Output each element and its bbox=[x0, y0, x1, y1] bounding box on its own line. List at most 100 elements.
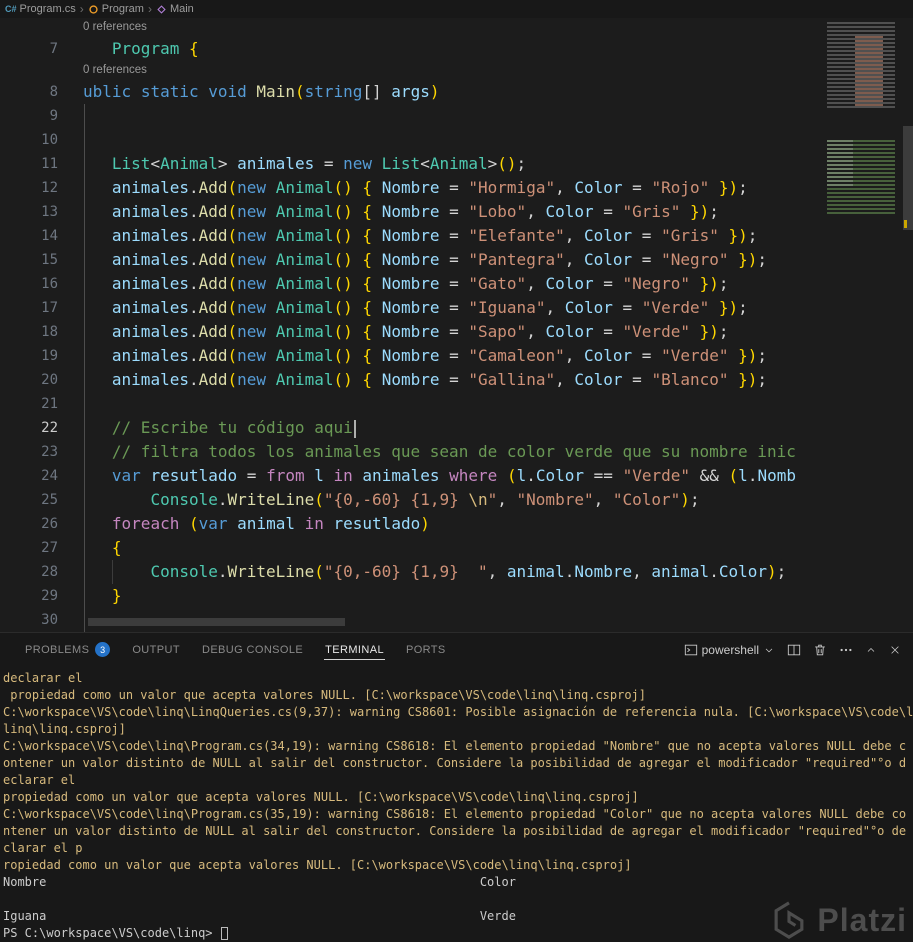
breadcrumb-method-label: Main bbox=[169, 3, 194, 15]
vscode-window: C# Program.cs › Program › Main 0 referen… bbox=[0, 0, 913, 942]
code-line-content: var resutlado = from l in animales where… bbox=[111, 466, 796, 485]
code-line[interactable]: 29 } bbox=[0, 584, 913, 608]
terminal-line: ropiedad como un valor que acepta valore… bbox=[3, 858, 632, 872]
terminal-line: propiedad como un valor que acepta valor… bbox=[3, 790, 639, 804]
code-line[interactable]: 20 animales.Add(new Animal() { Nombre = … bbox=[0, 368, 913, 392]
line-number: 29 bbox=[41, 588, 58, 604]
tab-output[interactable]: OUTPUT bbox=[121, 633, 191, 666]
code-line[interactable]: 27 { bbox=[0, 536, 913, 560]
code-line[interactable]: 15 animales.Add(new Animal() { Nombre = … bbox=[0, 248, 913, 272]
chevron-right-icon: › bbox=[147, 2, 152, 16]
code-line[interactable]: 21 bbox=[0, 392, 913, 416]
code-line-content: animales.Add(new Animal() { Nombre = "Ga… bbox=[111, 370, 768, 389]
code-line[interactable]: 18 animales.Add(new Animal() { Nombre = … bbox=[0, 320, 913, 344]
close-panel-button[interactable] bbox=[889, 644, 901, 656]
code-line[interactable]: 23 // filtra todos los animales que sean… bbox=[0, 440, 913, 464]
code-line[interactable]: 22 // Escribe tu código aqui bbox=[0, 416, 913, 440]
text-cursor bbox=[353, 419, 356, 438]
code-line[interactable]: 19 animales.Add(new Animal() { Nombre = … bbox=[0, 344, 913, 368]
code-line[interactable]: 16 animales.Add(new Animal() { Nombre = … bbox=[0, 272, 913, 296]
terminal-line: C:\workspace\VS\code\linq\LinqQueries.cs… bbox=[3, 705, 913, 719]
code-line[interactable]: 7 Program { bbox=[0, 37, 913, 61]
code-line[interactable]: 10 bbox=[0, 128, 913, 152]
tab-label: DEBUG CONSOLE bbox=[201, 643, 304, 656]
code-line-content bbox=[76, 104, 83, 128]
code-line-content: animales.Add(new Animal() { Nombre = "Pa… bbox=[111, 250, 768, 269]
code-line-content: { bbox=[111, 538, 122, 557]
tab-label: TERMINAL bbox=[325, 643, 384, 656]
indent-guide bbox=[84, 104, 85, 632]
vertical-scrollbar[interactable] bbox=[903, 18, 913, 632]
code-line-content: animales.Add(new Animal() { Nombre = "Ga… bbox=[111, 274, 729, 293]
code-line-content: animales.Add(new Animal() { Nombre = "El… bbox=[111, 226, 758, 245]
line-number: 24 bbox=[41, 468, 58, 484]
tab-terminal[interactable]: TERMINAL bbox=[314, 633, 395, 666]
tab-problems[interactable]: PROBLEMS 3 bbox=[14, 633, 121, 666]
line-number: 25 bbox=[41, 492, 58, 508]
breadcrumb-method[interactable]: Main bbox=[156, 3, 194, 15]
maximize-panel-button[interactable] bbox=[865, 644, 877, 656]
minimap-code-block bbox=[827, 140, 895, 214]
terminal-line: ontener un valor distinto de NULL al sal… bbox=[3, 756, 907, 770]
indent-guide bbox=[112, 560, 113, 584]
class-symbol-icon bbox=[89, 4, 98, 14]
code-editor[interactable]: 0 references 7 Program {0 references 8 ubli… bbox=[0, 18, 913, 632]
code-line[interactable]: 14 animales.Add(new Animal() { Nombre = … bbox=[0, 224, 913, 248]
panel-tab-bar: PROBLEMS 3 OUTPUT DEBUG CONSOLE TERMINAL… bbox=[0, 633, 913, 666]
line-number: 26 bbox=[41, 516, 58, 532]
code-line[interactable]: 25 Console.WriteLine("{0,-60} {1,9} \n",… bbox=[0, 488, 913, 512]
code-line[interactable]: 24 var resutlado = from l in animales wh… bbox=[0, 464, 913, 488]
code-line[interactable]: 9 bbox=[0, 104, 913, 128]
line-number: 14 bbox=[41, 228, 58, 244]
line-number bbox=[0, 61, 76, 80]
horizontal-scrollbar[interactable] bbox=[76, 618, 821, 626]
method-symbol-icon bbox=[157, 4, 166, 14]
line-number: 8 bbox=[49, 84, 58, 100]
code-line-content: Console.WriteLine("{0,-60} {1,9} \n", "N… bbox=[150, 490, 700, 509]
terminal-line: propiedad como un valor que acepta valor… bbox=[3, 688, 646, 702]
chevron-down-icon bbox=[765, 648, 773, 652]
code-line-content: List<Animal> animales = new List<Animal>… bbox=[111, 154, 527, 173]
warning-marker bbox=[904, 220, 907, 228]
code-line-content: Console.WriteLine("{0,-60} {1,9} ", anim… bbox=[150, 562, 787, 581]
scrollbar-thumb[interactable] bbox=[903, 126, 913, 230]
terminal-line: clarar el p bbox=[3, 841, 83, 855]
code-line-content bbox=[76, 128, 83, 152]
trash-icon bbox=[815, 644, 825, 655]
line-number: 12 bbox=[41, 180, 58, 196]
kill-terminal-button[interactable] bbox=[813, 643, 827, 657]
code-line-content: animales.Add(new Animal() { Nombre = "Ca… bbox=[111, 346, 768, 365]
code-line-content: animales.Add(new Animal() { Nombre = "Sa… bbox=[111, 322, 729, 341]
tab-label: PORTS bbox=[405, 643, 446, 656]
breadcrumb-file[interactable]: C# Program.cs bbox=[5, 3, 76, 15]
line-number: 10 bbox=[41, 132, 58, 148]
tab-ports[interactable]: PORTS bbox=[395, 633, 457, 666]
scrollbar-thumb[interactable] bbox=[88, 618, 345, 626]
split-terminal-button[interactable] bbox=[787, 643, 801, 657]
code-line-content: // filtra todos los animales que sean de… bbox=[111, 442, 796, 461]
more-actions-button[interactable] bbox=[839, 643, 853, 657]
panel-actions: powershell bbox=[684, 643, 901, 657]
terminal-output[interactable]: declarar el propiedad como un valor que … bbox=[0, 666, 913, 942]
code-line[interactable]: 17 animales.Add(new Animal() { Nombre = … bbox=[0, 296, 913, 320]
minimap-code-block bbox=[827, 22, 895, 110]
tab-debug-console[interactable]: DEBUG CONSOLE bbox=[191, 633, 314, 666]
editor-rows[interactable]: 0 references 7 Program {0 references 8 ubli… bbox=[0, 18, 913, 632]
code-line[interactable]: 26 foreach (var animal in resutlado) bbox=[0, 512, 913, 536]
code-line[interactable]: 11 List<Animal> animales = new List<Anim… bbox=[0, 152, 913, 176]
code-line[interactable]: 28 Console.WriteLine("{0,-60} {1,9} ", a… bbox=[0, 560, 913, 584]
terminal-profile-selector[interactable]: powershell bbox=[684, 643, 775, 657]
breadcrumb-class[interactable]: Program bbox=[88, 3, 144, 15]
line-number: 16 bbox=[41, 276, 58, 292]
code-line[interactable]: 8 ublic static void Main(string[] args) bbox=[0, 80, 913, 104]
breadcrumb-file-label: Program.cs bbox=[19, 3, 76, 15]
code-line[interactable]: 13 animales.Add(new Animal() { Nombre = … bbox=[0, 200, 913, 224]
terminal-line: ntener un valor distinto de NULL al sali… bbox=[3, 824, 907, 838]
minimap[interactable] bbox=[823, 18, 903, 228]
code-line[interactable]: 12 animales.Add(new Animal() { Nombre = … bbox=[0, 176, 913, 200]
codelens-references[interactable]: 0 references bbox=[0, 61, 913, 80]
chevron-up-icon bbox=[867, 647, 875, 652]
codelens-references[interactable]: 0 references bbox=[0, 18, 913, 37]
close-icon bbox=[891, 645, 899, 654]
csharp-file-icon: C# bbox=[5, 4, 17, 14]
